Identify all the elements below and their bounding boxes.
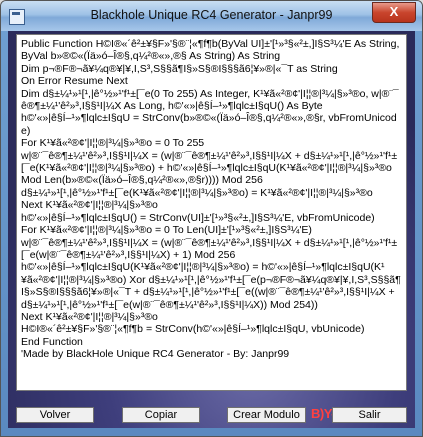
code-line: For K¹¥ã«²®¢'|I¦¦®|³¼|§»³®o = 0 To 255: [21, 137, 205, 150]
window-title: Blackhole Unique RC4 Generator - Janpr99: [90, 8, 333, 22]
exit-button[interactable]: Salir: [332, 407, 407, 423]
code-line: h©'«»|ê§Í–¹»¶lqlc±I§qU = StrConv(b»®©«(Ï…: [21, 112, 397, 137]
code-line: H©I®«´ê²±¥§F»'§®¨¦«¶f¶b = StrConv(h©'«»|…: [21, 323, 365, 336]
app-window: Blackhole Unique RC4 Generator - Janpr99…: [0, 0, 423, 437]
code-line: For K¹¥ã«²®¢'|I¦¦®|³¼|§»³®o = 0 To Len(U…: [21, 224, 312, 237]
code-line: w|®¨¯ê®¶±¼¹'ê²»³,I§§¹I|¼X = (w|®¨¯ê®¶±¼¹…: [21, 236, 398, 261]
copy-button[interactable]: Copiar: [122, 407, 200, 423]
code-line: 'Made by BlackHole Unique RC4 Generator …: [21, 348, 290, 361]
code-line: h©'«»|ê§Í–¹»¶lqlc±I§qU(K¹¥ã«²®¢'|I¦¦®|³¼…: [21, 261, 401, 311]
code-line: w|®¨¯ê®¶±¼¹'ê²»³,I§§¹I|¼X = (w|®¨¯ê®¶±¼¹…: [21, 149, 398, 187]
title-bar[interactable]: Blackhole Unique RC4 Generator - Janpr99…: [1, 1, 422, 31]
main-panel: Public Function H©I®«´ê²±¥§F»'§®¨¦«¶f¶b(…: [8, 31, 415, 428]
generated-code-textarea[interactable]: Public Function H©I®«´ê²±¥§F»'§®¨¦«¶f¶b(…: [16, 34, 407, 391]
code-line: Next K¹¥ã«²®¢'|I¦¦®|³¼|§»³®o: [21, 199, 158, 212]
code-line: d§±¼¹»¹[¹,|ê°½»¹'f¹±[¯e(K¹¥ã«²®¢'|I¦¦®|³…: [21, 186, 373, 199]
code-line: Dim d§±¼¹»¹[¹,|ê°½»¹'f¹±[¯e(0 To 255) As…: [21, 87, 399, 113]
code-line: Public Function H©I®«´ê²±¥§F»'§®¨¦«¶f¶b(…: [21, 38, 403, 63]
code-line: Next K¹¥ã«²®¢'|I¦¦®|³¼|§»³®o: [21, 310, 158, 323]
code-line: h©'«»|ê§Í–¹»¶lqlc±I§qU() = StrConv(UI]±'…: [21, 211, 375, 224]
code-line: On Error Resume Next: [21, 75, 128, 88]
code-line: Dim p¬®F®¬ã¥¼q®¥|¥,I,S³,S§§ã¶I§»S§®I§§§ã…: [21, 62, 338, 75]
back-button[interactable]: Volver: [16, 407, 94, 423]
create-module-button[interactable]: Crear Modulo: [227, 407, 306, 423]
code-line: End Function: [21, 335, 83, 348]
close-button[interactable]: X: [372, 2, 416, 23]
